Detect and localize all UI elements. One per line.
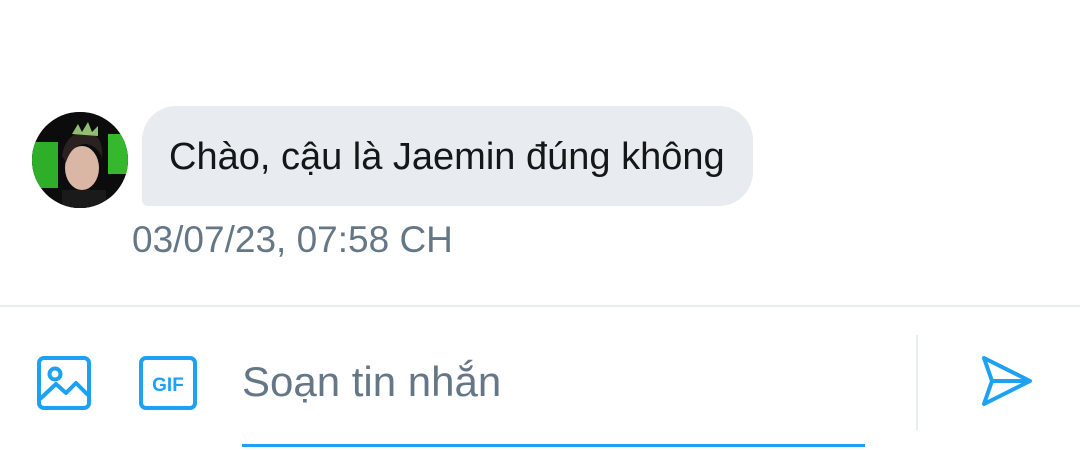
- gif-icon-label: GIF: [152, 375, 184, 396]
- add-media-button[interactable]: [34, 353, 94, 413]
- message-timestamp: 03/07/23, 07:58 CH: [132, 219, 453, 260]
- avatar[interactable]: [32, 112, 128, 208]
- message-bubble[interactable]: Chào, cậu là Jaemin đúng không: [142, 106, 753, 206]
- send-icon: [982, 356, 1032, 406]
- gif-icon: GIF: [139, 356, 197, 410]
- image-icon: [37, 356, 91, 410]
- message-thread: Chào, cậu là Jaemin đúng không 03/07/23,…: [0, 0, 1080, 305]
- message-input-wrapper: [242, 337, 865, 447]
- message-composer: GIF: [0, 307, 1080, 450]
- message-input[interactable]: [242, 337, 865, 427]
- dm-conversation-screen: Chào, cậu là Jaemin đúng không 03/07/23,…: [0, 0, 1080, 450]
- message-row: Chào, cậu là Jaemin đúng không: [32, 106, 753, 208]
- send-divider: [916, 335, 918, 430]
- avatar-photo: [32, 112, 128, 208]
- send-button[interactable]: [978, 351, 1036, 411]
- add-gif-button[interactable]: GIF: [137, 353, 199, 413]
